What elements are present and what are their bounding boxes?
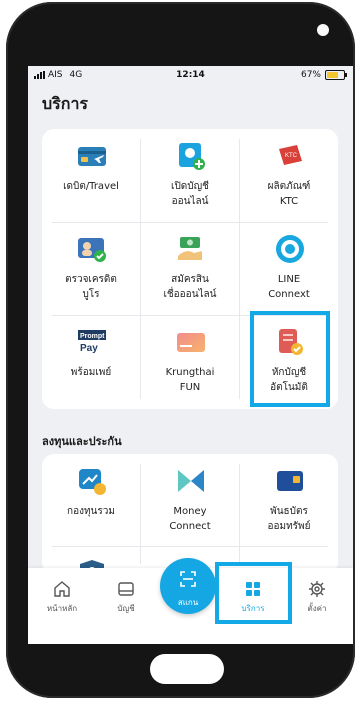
service-label: สมัครสิน เชื่อออนไลน์	[163, 274, 217, 300]
section-title-invest: ลงทุนและประกัน	[42, 435, 122, 448]
debit-travel-card-icon	[78, 147, 106, 166]
service-label: เดบิต/Travel	[63, 181, 119, 192]
nav-label-scan: สแกน	[177, 598, 199, 607]
invest-label: พันธบัตร ออมทรัพย์	[267, 506, 311, 532]
mutual-fund-icon	[79, 469, 106, 495]
service-debit-travel[interactable]: เดบิต/Travel	[42, 129, 140, 221]
scan-button[interactable]: สแกน	[160, 558, 216, 614]
service-credit-bureau[interactable]: ตรวจเครดิต บูโร	[42, 222, 140, 314]
bottom-nav: หน้าหลัก บัญชี สแกน บริการ ตั้งค่า	[28, 558, 353, 644]
credit-bureau-icon	[78, 238, 106, 262]
money-connect-icon	[178, 470, 204, 492]
service-open-account[interactable]: เปิดบัญชี ออนไลน์	[141, 129, 239, 221]
nav-label-settings: ตั้งค่า	[307, 604, 327, 613]
service-line-connext[interactable]: LINE Connext	[240, 222, 338, 314]
nav-label-home: หน้าหลัก	[46, 604, 78, 613]
loan-money-icon	[178, 237, 202, 260]
svg-text:KTC: KTC	[285, 153, 298, 159]
invest-label: กองทุนรวม	[67, 506, 115, 517]
front-camera	[317, 24, 329, 36]
ktc-icon: KTC	[279, 145, 302, 165]
service-label: เปิดบัญชี ออนไลน์	[171, 181, 209, 207]
svg-text:Pay: Pay	[80, 343, 98, 354]
phone-frame: AIS 4G 12:14 67% บริการ เดบิต/Travel เปิ…	[6, 2, 355, 698]
page-title: บริการ	[42, 94, 89, 113]
invest-card: กองทุนรวม Money Connect พันธบัตร ออมทรัพ…	[42, 454, 338, 586]
nav-accounts[interactable]: บัญชี	[99, 580, 153, 615]
services-nav-highlight	[215, 562, 292, 624]
gear-icon	[309, 581, 325, 597]
status-bar: AIS 4G 12:14 67%	[28, 66, 353, 86]
wallet-icon	[118, 582, 134, 596]
service-label: Krungthai FUN	[165, 367, 215, 393]
invest-money-connect[interactable]: Money Connect	[141, 454, 239, 546]
battery-icon	[325, 70, 347, 80]
service-promptpay[interactable]: Prompt Pay พร้อมเพย์	[42, 315, 140, 407]
service-ktc[interactable]: KTC ผลิตภัณฑ์ KTC	[240, 129, 338, 221]
krungthai-fun-card-icon	[177, 333, 205, 352]
service-krungthai-fun[interactable]: Krungthai FUN	[141, 315, 239, 407]
line-connext-icon	[276, 235, 304, 263]
nav-home[interactable]: หน้าหลัก	[35, 580, 89, 615]
service-label: LINE Connext	[268, 274, 310, 300]
scan-icon	[180, 571, 196, 587]
home-icon	[54, 581, 70, 597]
invest-label: Money Connect	[169, 506, 211, 532]
service-label: ผลิตภัณฑ์ KTC	[267, 181, 311, 207]
invest-savings-bond[interactable]: พันธบัตร ออมทรัพย์	[240, 454, 338, 546]
auto-debit-highlight	[250, 311, 330, 407]
savings-bond-icon	[277, 471, 303, 491]
home-button[interactable]	[150, 654, 224, 684]
battery-percent: 67%	[300, 70, 321, 80]
nav-label-accounts: บัญชี	[117, 604, 135, 613]
invest-mutual-fund[interactable]: กองทุนรวม	[42, 454, 140, 546]
open-account-icon	[179, 143, 205, 170]
service-label: พร้อมเพย์	[70, 367, 112, 378]
app-screen: AIS 4G 12:14 67% บริการ เดบิต/Travel เปิ…	[28, 66, 353, 644]
svg-text:Prompt: Prompt	[80, 333, 105, 340]
service-online-loan[interactable]: สมัครสิน เชื่อออนไลน์	[141, 222, 239, 314]
nav-settings[interactable]: ตั้งค่า	[290, 580, 344, 615]
promptpay-icon: Prompt Pay	[78, 330, 106, 354]
service-label: ตรวจเครดิต บูโร	[65, 274, 117, 300]
